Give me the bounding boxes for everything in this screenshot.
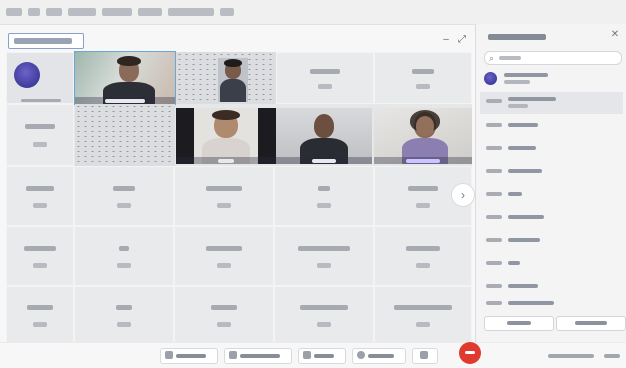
participant-tile[interactable] bbox=[374, 52, 472, 104]
video-caption bbox=[374, 157, 472, 164]
leave-meeting-button[interactable] bbox=[459, 342, 481, 364]
participant-tile[interactable] bbox=[274, 166, 374, 226]
menu-item[interactable] bbox=[6, 8, 22, 16]
participant-video-tile[interactable] bbox=[276, 108, 372, 164]
participant-list-item[interactable] bbox=[480, 162, 623, 180]
participant-tile[interactable] bbox=[174, 286, 274, 345]
participant-tile[interactable] bbox=[374, 286, 472, 345]
user-avatar bbox=[14, 62, 40, 88]
menu-item[interactable] bbox=[102, 8, 132, 16]
participant-video-tile[interactable] bbox=[218, 58, 248, 102]
participant-tile[interactable] bbox=[6, 286, 74, 345]
participant-tile[interactable] bbox=[6, 104, 74, 166]
participant-tile[interactable] bbox=[174, 226, 274, 286]
menu-item[interactable] bbox=[68, 8, 96, 16]
participant-tile[interactable] bbox=[6, 166, 74, 226]
participant-grid-tile[interactable] bbox=[75, 104, 175, 166]
participant-list-item[interactable] bbox=[480, 139, 623, 157]
more-icon bbox=[420, 351, 428, 359]
mute-all-button[interactable] bbox=[556, 316, 626, 331]
microphone-icon bbox=[165, 351, 173, 359]
participant-list-item[interactable] bbox=[480, 92, 623, 114]
minimize-icon[interactable]: ‒ bbox=[440, 34, 452, 46]
meeting-app-window: ‒ ⤢ › ✕ ⌕ bbox=[0, 0, 626, 368]
meeting-toolbar bbox=[0, 342, 626, 368]
menu-item[interactable] bbox=[138, 8, 162, 16]
search-icon: ⌕ bbox=[489, 53, 495, 63]
participant-video-tile[interactable] bbox=[74, 51, 176, 105]
participant-search-input[interactable]: ⌕ bbox=[484, 51, 622, 65]
more-options-button[interactable] bbox=[412, 348, 438, 364]
menu-item[interactable] bbox=[28, 8, 40, 16]
record-icon bbox=[357, 351, 365, 359]
video-caption bbox=[276, 157, 372, 164]
menu-item[interactable] bbox=[220, 8, 234, 16]
participant-tile[interactable] bbox=[74, 166, 174, 226]
participant-list-item[interactable] bbox=[480, 116, 623, 134]
chat-toggle[interactable] bbox=[604, 354, 620, 358]
camera-icon bbox=[229, 351, 237, 359]
participant-video-tile[interactable] bbox=[374, 108, 472, 164]
start-video-button[interactable] bbox=[224, 348, 292, 364]
panel-title bbox=[488, 34, 546, 40]
view-selector[interactable] bbox=[8, 33, 84, 49]
participant-list-item[interactable] bbox=[480, 208, 623, 226]
participant-list-item[interactable] bbox=[480, 294, 623, 312]
menu-item[interactable] bbox=[168, 8, 214, 16]
participant-tile[interactable] bbox=[74, 226, 174, 286]
menu-bar bbox=[0, 0, 626, 25]
participant-tile[interactable] bbox=[174, 166, 274, 226]
participants-toggle[interactable] bbox=[548, 354, 594, 358]
next-page-arrow-icon[interactable]: › bbox=[451, 183, 475, 207]
hang-up-icon bbox=[465, 351, 475, 354]
unmute-button[interactable] bbox=[160, 348, 218, 364]
expand-icon[interactable]: ⤢ bbox=[456, 34, 468, 46]
participant-list-item[interactable] bbox=[480, 254, 623, 272]
participant-list-item[interactable] bbox=[480, 231, 623, 249]
self-participant-tile[interactable] bbox=[6, 52, 74, 104]
participant-tile[interactable] bbox=[274, 286, 374, 345]
participant-video-tile[interactable] bbox=[176, 108, 276, 164]
close-icon[interactable]: ✕ bbox=[609, 29, 621, 41]
video-caption bbox=[176, 157, 276, 164]
share-button[interactable] bbox=[298, 348, 346, 364]
share-screen-icon bbox=[303, 351, 311, 359]
participant-list-item[interactable] bbox=[480, 68, 623, 90]
video-gallery bbox=[6, 51, 472, 345]
participant-list-item[interactable] bbox=[480, 277, 623, 295]
participant-tile[interactable] bbox=[274, 226, 374, 286]
participant-tile[interactable] bbox=[276, 52, 374, 104]
participant-tile[interactable] bbox=[6, 226, 74, 286]
participants-panel: ✕ ⌕ bbox=[475, 24, 626, 342]
invite-button[interactable] bbox=[484, 316, 554, 331]
participant-tile[interactable] bbox=[74, 286, 174, 345]
view-selector-label bbox=[14, 38, 72, 44]
record-button[interactable] bbox=[352, 348, 406, 364]
video-caption bbox=[75, 97, 175, 104]
participant-list-item[interactable] bbox=[480, 185, 623, 203]
user-avatar bbox=[484, 72, 497, 85]
participant-tile[interactable] bbox=[374, 226, 472, 286]
menu-item[interactable] bbox=[46, 8, 62, 16]
